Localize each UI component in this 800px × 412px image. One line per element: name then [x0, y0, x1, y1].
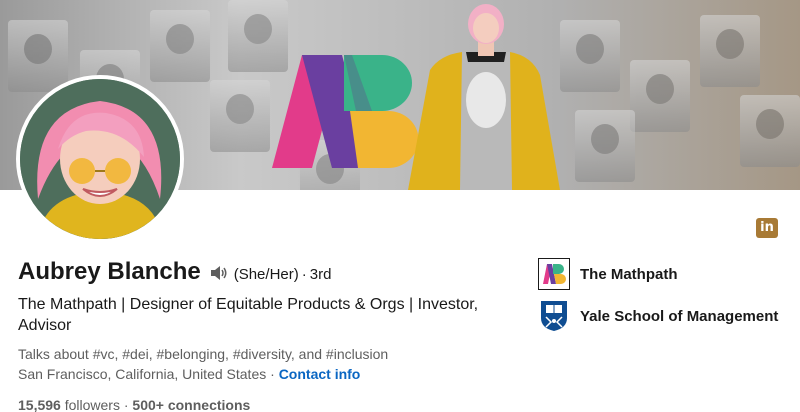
- stats-separator: ·: [123, 397, 129, 412]
- location-separator: ·: [270, 366, 275, 382]
- org-yale[interactable]: Yale School of Management: [538, 300, 788, 332]
- mathpath-logo: [538, 258, 570, 290]
- org-name: The Mathpath: [580, 265, 678, 283]
- banner-person-illustration: [408, 4, 560, 190]
- network-stats: 15,596 followers · 500+ connections: [18, 395, 518, 412]
- profile-avatar[interactable]: [16, 75, 184, 243]
- profile-location: San Francisco, California, United States: [18, 366, 267, 382]
- profile-orgs: The Mathpath Yale School of Management: [538, 258, 788, 342]
- degree-separator: ·: [301, 266, 307, 283]
- location-row: San Francisco, California, United States…: [18, 364, 518, 384]
- speaker-icon[interactable]: [210, 265, 228, 286]
- yale-shield-logo: [541, 301, 567, 331]
- pronouns: (She/Her): [233, 266, 299, 283]
- profile-headline: The Mathpath | Designer of Equitable Pro…: [18, 296, 479, 334]
- contact-info-link[interactable]: Contact info: [279, 366, 361, 382]
- profile-name: Aubrey Blanche: [18, 258, 201, 285]
- profile-card: in Aubrey Blanche (She/Her) · 3rd The Ma…: [0, 0, 800, 412]
- connection-degree: 3rd: [309, 266, 332, 283]
- name-row: Aubrey Blanche (She/Her) · 3rd: [18, 258, 518, 290]
- connections-link[interactable]: 500+ connections: [132, 397, 250, 412]
- org-mathpath[interactable]: The Mathpath: [538, 258, 788, 290]
- talks-about: Talks about #vc, #dei, #belonging, #dive…: [18, 346, 389, 362]
- avatar-photo: [20, 79, 180, 239]
- followers-link[interactable]: 15,596 followers: [18, 397, 120, 412]
- followers-count: 15,596: [18, 397, 61, 412]
- linkedin-premium-badge[interactable]: in: [756, 218, 778, 238]
- profile-info: Aubrey Blanche (She/Her) · 3rd The Mathp…: [18, 258, 518, 412]
- followers-label: followers: [64, 397, 120, 412]
- org-name: Yale School of Management: [580, 307, 779, 325]
